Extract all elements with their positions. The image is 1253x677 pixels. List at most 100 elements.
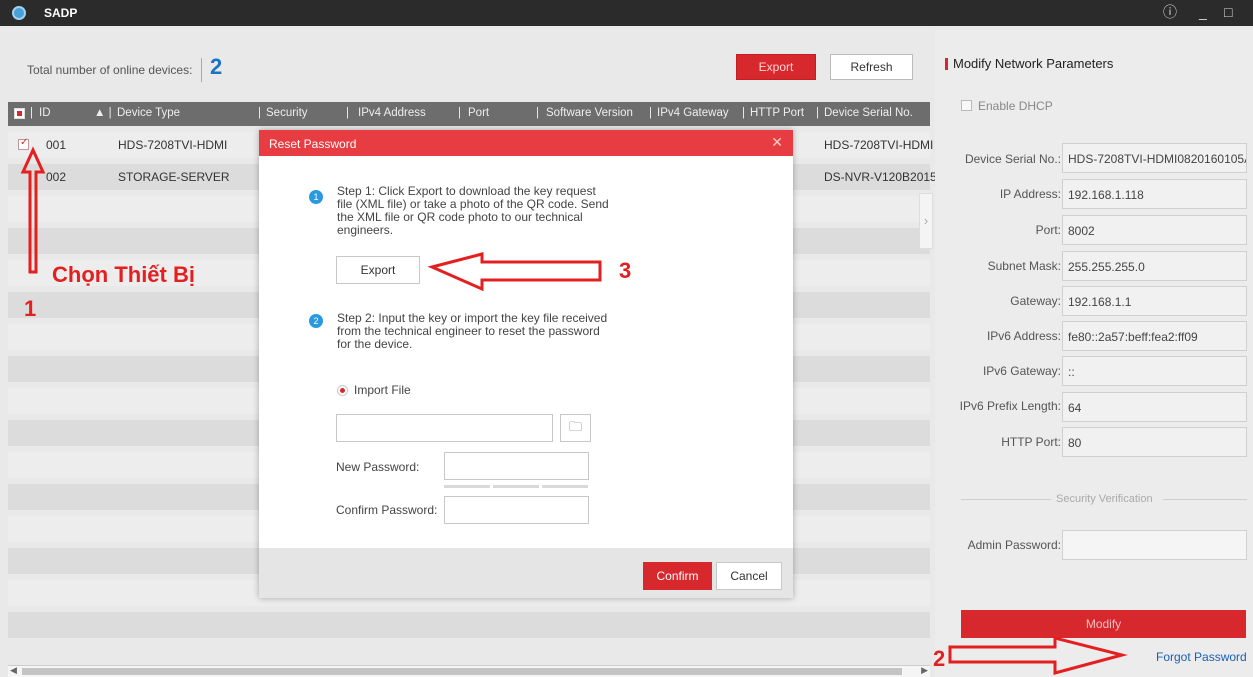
row-serial: HDS-7208TVI-HDMI [824,138,934,152]
col-sep: | [458,107,461,119]
summary-divider [201,58,202,82]
dhcp-checkbox[interactable] [961,100,972,111]
admin-password-field[interactable] [1062,530,1247,560]
col-sep: | [649,107,652,119]
col-sep: | [258,107,261,119]
divider [1163,499,1247,500]
step-2-icon: 2 [309,314,323,328]
col-software-version[interactable]: Software Version [546,107,633,119]
password-strength-bar [493,485,539,488]
annotation-step-2: 2 [933,646,946,671]
subnet-mask-field[interactable]: 255.255.255.0 [1062,251,1247,281]
col-ipv4-gateway[interactable]: IPv4 Gateway [657,107,729,119]
dhcp-label: Enable DHCP [978,99,1053,113]
field-label: IPv6 Address: [986,329,1061,343]
field-label: IP Address: [999,187,1061,201]
enable-dhcp-option[interactable]: Enable DHCP [961,99,1053,113]
reset-password-dialog: Reset Password ✕ 1 Step 1: Click Export … [259,130,793,598]
summary-count-wrap: 2 [204,54,222,80]
confirm-button[interactable]: Confirm [643,562,712,590]
network-parameters-panel: Modify Network Parameters Enable DHCP De… [935,30,1253,677]
minimize-icon[interactable]: _ [1199,4,1207,20]
col-sep: | [536,107,539,119]
table-header: | ID ▲ | Device Type | Security | IPv4 A… [8,102,930,126]
table-row-empty [8,612,930,638]
port-field[interactable]: 8002 [1062,215,1247,245]
col-security[interactable]: Security [266,107,308,119]
online-devices-summary: Total number of online devices: [27,63,192,77]
ip-address-field[interactable]: 192.168.1.118 [1062,179,1247,209]
row-id: 002 [46,170,67,184]
http-port-field[interactable]: 80 [1062,427,1247,457]
security-verification-label: Security Verification [1056,493,1153,505]
title-bar: SADP ⓘ _ □ [0,0,1253,26]
confirm-password-input[interactable] [444,496,589,524]
sadp-logo-icon [12,6,26,20]
row-device-type: HDS-7208TVI-HDMI [118,138,228,152]
cancel-button[interactable]: Cancel [716,562,782,590]
scrollbar-thumb[interactable] [22,668,902,675]
import-file-path-input[interactable] [336,414,553,442]
app-title: SADP [44,6,78,20]
password-strength-bar [542,485,588,488]
ipv6-prefix-length-field[interactable]: 64 [1062,392,1247,422]
maximize-icon[interactable]: □ [1224,4,1232,20]
row-serial: DS-NVR-V120B2015 [824,170,937,184]
dialog-export-button[interactable]: Export [336,256,420,284]
col-sep: | [346,107,349,119]
step-1-text: Step 1: Click Export to download the key… [337,185,637,237]
ipv6-address-field[interactable]: fe80::2a57:beff:fea2:ff09 [1062,321,1247,351]
field-label: HTTP Port: [1001,435,1061,449]
refresh-button[interactable]: Refresh [830,54,913,80]
field-label: Subnet Mask: [987,259,1061,273]
close-icon[interactable]: ✕ [771,134,783,151]
col-id[interactable]: ID [39,107,51,119]
new-password-label: New Password: [336,460,420,474]
step-2-text: Step 2: Input the key or import the key … [337,312,637,351]
dialog-footer: Confirm Cancel [259,548,793,598]
row-device-type: STORAGE-SERVER [118,170,230,184]
folder-icon[interactable]: 🗀 [560,414,591,442]
scroll-right-icon[interactable]: ▶ [921,665,928,676]
step-1-line: engineers. [337,223,394,237]
info-icon[interactable]: ⓘ [1163,4,1177,20]
admin-password-label: Admin Password: [967,538,1061,552]
annotation-step-1: 1 [24,296,37,321]
forgot-password-link[interactable]: Forgot Password [1156,650,1247,664]
field-label: IPv6 Gateway: [982,364,1061,378]
collapse-panel-tab[interactable]: › [919,193,933,249]
col-port[interactable]: Port [468,107,489,119]
field-label: Port: [1035,223,1061,237]
col-sep: | [742,107,745,119]
serial-field[interactable]: HDS-7208TVI-HDMI0820160105AA [1062,143,1247,173]
col-serial[interactable]: Device Serial No. [824,107,913,119]
step-1-icon: 1 [309,190,323,204]
col-sep: | [30,107,33,119]
scroll-left-icon[interactable]: ◀ [10,665,17,676]
col-ipv4-address[interactable]: IPv4 Address [358,107,426,119]
annotation-choose-device: Chọn Thiết Bị [52,262,195,287]
col-sep: | [816,107,819,119]
col-http-port[interactable]: HTTP Port [750,107,804,119]
sort-asc-icon[interactable]: ▲ | [94,107,112,119]
field-label: Device Serial No.: [964,152,1061,166]
modify-button[interactable]: Modify [961,610,1246,638]
field-label: Gateway: [1010,294,1061,308]
annotation-step-3: 3 [619,258,632,283]
field-label: IPv6 Prefix Length: [959,399,1061,413]
ipv6-gateway-field[interactable]: :: [1062,356,1247,386]
import-file-radio[interactable] [337,385,348,396]
gateway-field[interactable]: 192.168.1.1 [1062,286,1247,316]
col-device-type[interactable]: Device Type [117,107,180,119]
password-strength-bar [444,485,490,488]
new-password-input[interactable] [444,452,589,480]
row-checkbox[interactable] [18,137,29,150]
select-all-checkbox[interactable] [14,108,25,119]
export-button[interactable]: Export [736,54,816,80]
row-id: 001 [46,138,67,152]
dialog-header: Reset Password ✕ [259,130,793,156]
dialog-title: Reset Password [269,137,357,151]
import-file-label: Import File [354,383,411,397]
horizontal-scrollbar[interactable]: ◀ ▶ [8,665,930,677]
panel-title: Modify Network Parameters [944,56,1114,71]
